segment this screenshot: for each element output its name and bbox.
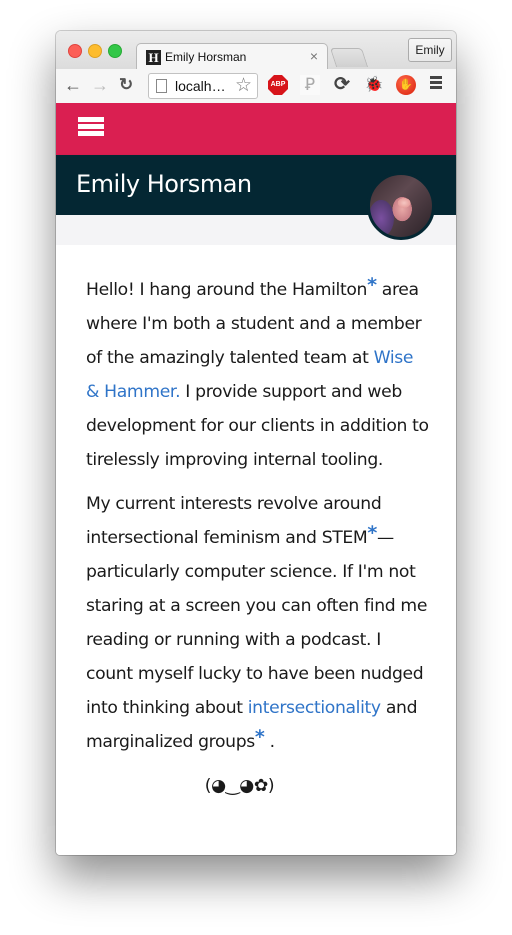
sync-icon[interactable]: ⟳	[332, 75, 352, 95]
avatar	[367, 172, 435, 240]
intro-paragraph: Hello! I hang around the Hamilton* area …	[86, 273, 431, 477]
new-tab-button[interactable]	[329, 48, 369, 67]
hand-stop-icon[interactable]: ✋	[396, 75, 416, 95]
text: .	[264, 732, 275, 752]
minimize-window-button[interactable]	[88, 44, 102, 58]
reload-icon[interactable]: ↻	[119, 75, 133, 95]
address-bar[interactable]: localh… ☆	[148, 73, 258, 99]
site-navbar	[56, 103, 456, 155]
page-icon	[156, 79, 167, 93]
text: My current interests revolve around inte…	[86, 494, 382, 548]
about-content: Hello! I hang around the Hamilton* area …	[86, 273, 431, 803]
maximize-window-button[interactable]	[108, 44, 122, 58]
back-arrow-icon[interactable]: ←	[64, 75, 82, 95]
browser-window: H Emily Horsman × Emily ← → ↻ localh… ☆ …	[56, 31, 456, 855]
address-text[interactable]: localh…	[175, 78, 226, 94]
bookmark-star-icon[interactable]: ☆	[235, 74, 252, 97]
footnote-asterisk-link[interactable]: *	[367, 274, 377, 296]
forward-arrow-icon[interactable]: →	[91, 75, 109, 95]
tab-emily-horsman[interactable]: H Emily Horsman ×	[136, 43, 328, 71]
text: —particularly computer science. If I'm n…	[86, 528, 428, 718]
text: Hello! I hang around the Hamilton	[86, 280, 368, 300]
intersectionality-link[interactable]: intersectionality	[248, 698, 381, 718]
favicon-icon: H	[146, 50, 161, 65]
profile-button[interactable]: Emily	[408, 38, 452, 62]
close-window-button[interactable]	[68, 44, 82, 58]
site-title[interactable]: Emily Horsman	[76, 170, 252, 198]
adblock-plus-icon[interactable]: ABP	[268, 75, 288, 95]
kaomoji: (◕‿◕✿)	[204, 776, 275, 796]
web-page: Emily Horsman Hello! I hang around the H…	[56, 103, 456, 855]
interests-paragraph: My current interests revolve around inte…	[86, 487, 431, 759]
chrome-menu-icon[interactable]	[430, 76, 442, 91]
tab-title: Emily Horsman	[165, 50, 247, 64]
footnote-asterisk-link[interactable]: *	[367, 522, 377, 544]
text-plugin-icon[interactable]: Ꝑ	[300, 75, 320, 95]
footnote-asterisk-link[interactable]: *	[255, 726, 265, 748]
browser-toolbar: ← → ↻ localh… ☆ ABP Ꝑ ⟳ 🐞 ✋	[56, 69, 456, 104]
tab-close-icon[interactable]: ×	[310, 48, 318, 64]
title-bar: H Emily Horsman × Emily	[56, 31, 456, 71]
bug-icon[interactable]: 🐞	[364, 75, 384, 95]
hamburger-menu-icon[interactable]	[78, 117, 104, 138]
